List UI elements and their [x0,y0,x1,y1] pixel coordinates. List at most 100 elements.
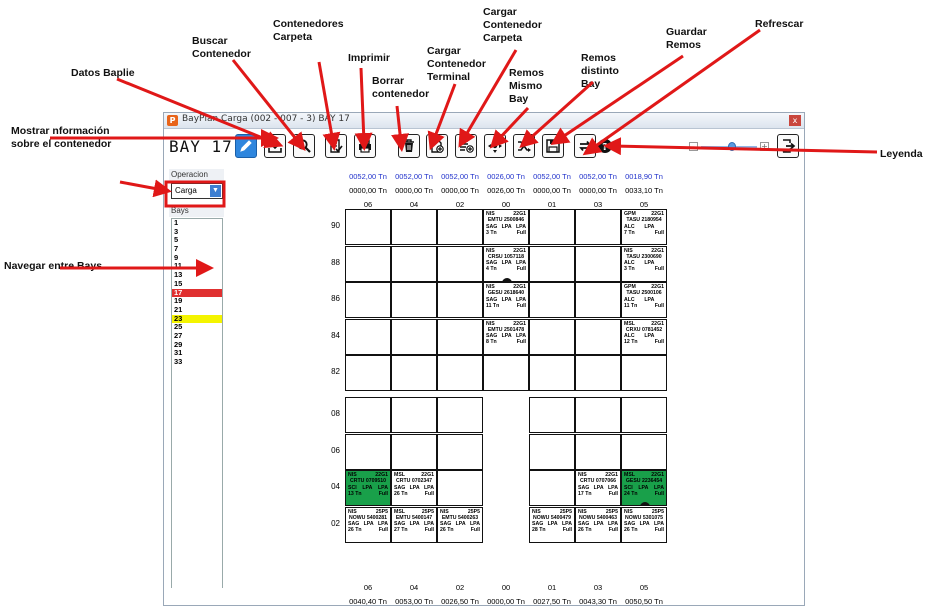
zoom-in-button[interactable]: + [760,142,769,151]
deck-slot[interactable] [391,245,437,282]
remos-distinto-bay-button[interactable] [513,134,535,158]
move-arrows-icon [487,138,503,154]
deck-slot[interactable] [345,209,391,245]
hold-slot[interactable] [575,433,621,470]
hold-slot[interactable] [437,433,483,470]
borrar-contenedor-button[interactable] [398,134,420,158]
deck-slot[interactable] [575,245,621,282]
container-cell[interactable]: MSL 22G1 GESU 2236454 SCI LPA LPA 24 Tn Full [621,470,667,506]
column-label-bottom: 06 [363,583,373,592]
deck-slot[interactable] [345,245,391,282]
zoom-slider-thumb[interactable] [727,142,736,151]
deck-slot[interactable] [391,318,437,355]
deck-slot[interactable] [437,245,483,282]
hold-slot[interactable] [621,433,667,470]
hold-slot[interactable] [575,397,621,433]
title-bar[interactable]: P BayPlan Carga (002 - 007 - 3) BAY 17 x [164,113,804,129]
container-cell[interactable]: GPM 22G1 TASU 2180954 ALC LPA 7 Tn Full [621,209,667,245]
deck-slot[interactable] [391,282,437,318]
bottom-weight: 0053,00 Tn [395,597,433,606]
container-weight: 26 Tn [348,527,362,534]
deck-slot[interactable] [529,355,575,391]
guardar-remos-button[interactable] [542,134,564,158]
container-cell[interactable]: NIS 22G1 GESU 2618640 SAG LPA LPA 11 Tn Full [483,282,529,318]
deck-slot[interactable] [437,355,483,391]
bay-item-3[interactable]: 3 [172,227,222,237]
deck-slot[interactable] [437,282,483,318]
container-cell[interactable]: MSL 25P5 EMTU 5400147 SAG LPA LPA 27 Tn Full [391,506,437,543]
leyenda-button[interactable]: ? [594,134,616,158]
zoom-control[interactable]: - + [689,142,769,152]
deck-slot[interactable] [345,282,391,318]
deck-slot[interactable] [529,209,575,245]
buscar-contenedor-button[interactable] [293,134,315,158]
hold-slot[interactable] [345,397,391,433]
container-cell[interactable]: NIS 22G1 CRTU 0709510 SCI LPA LPA 13 Tn Full [345,470,391,506]
hold-slot[interactable] [391,397,437,433]
deck-slot[interactable] [529,282,575,318]
bays-list[interactable]: 1 3 5 7 9 11 13 15 17 19 21 23 25 27 29 31 33 [171,218,223,588]
cargar-contenedor-carpeta-button[interactable] [455,134,477,158]
container-pod: LPA [363,521,374,528]
container-cell[interactable]: NIS 22G1 TASU 2300690 ALC LPA 3 Tn Full [621,245,667,282]
deck-slot[interactable] [621,355,667,391]
datos-baplie-button[interactable] [264,134,286,158]
remos-mismo-bay-button[interactable] [484,134,506,158]
hold-slot[interactable] [345,433,391,470]
container-cell[interactable]: GPM 22G1 TASU 2500106 ALC LPA 11 Tn Full [621,282,667,318]
bay-item-5[interactable]: 5 [172,236,222,245]
hold-slot[interactable] [529,470,575,506]
hold-slot[interactable] [621,397,667,433]
container-cell[interactable]: MSL 22G1 CRXU 0781452 ALC LPA 12 Tn Full [621,318,667,355]
hold-slot[interactable] [529,397,575,433]
container-cell[interactable]: NIS 22G1 EMTU 2501478 SAG LPA LPA 8 Tn Full [483,318,529,355]
operacion-select[interactable]: Carga ▼ [171,183,223,199]
exit-button[interactable] [777,134,799,158]
pencil-button[interactable] [235,134,257,158]
container-cell[interactable]: NIS 25P5 NOWU 5400281 SAG LPA LPA 26 Tn Full [345,506,391,543]
printer-icon [357,138,373,154]
bay-item-33[interactable]: 33 [172,357,222,367]
deck-slot[interactable] [345,355,391,391]
bay-item-7[interactable]: 7 [172,244,222,254]
deck-slot[interactable] [529,245,575,282]
deck-slot[interactable] [437,209,483,245]
container-cell[interactable]: NIS 25P5 NOWU 5301075 SAG LPA LPA 26 Tn Full [621,506,667,543]
cargar-contenedor-terminal-button[interactable] [426,134,448,158]
bottom-weight: 0050,50 Tn [625,597,663,606]
container-weight: 11 Tn [624,302,638,309]
close-icon[interactable]: x [789,115,801,126]
bay-item-1[interactable]: 1 [172,218,222,228]
container-status: Full [608,527,618,534]
container-cell[interactable]: NIS 22G1 CRTU 0707066 SAG LPA LPA 17 Tn Full [575,470,621,506]
deck-slot[interactable] [437,318,483,355]
deck-slot[interactable] [345,318,391,355]
container-line: NIS [440,508,449,515]
deck-slot[interactable] [575,209,621,245]
deck-slot[interactable] [575,282,621,318]
deck-slot[interactable] [483,355,529,391]
imprimir-button[interactable] [354,134,376,158]
deck-slot[interactable] [391,209,437,245]
deck-slot[interactable] [575,355,621,391]
container-cell[interactable]: NIS 25P5 NOWU 5400479 SAG LPA LPA 28 Tn Full [529,506,575,543]
container-cell[interactable]: NIS 25P5 NOWU 5400463 SAG LPA LPA 26 Tn Full [575,506,621,543]
container-cell[interactable]: NIS 25P5 EMTU 5400263 SAG LPA LPA 26 Tn Full [437,506,483,543]
deck-slot[interactable] [391,355,437,391]
hold-slot[interactable] [391,433,437,470]
container-cell[interactable]: MSL 22G1 CRTU 0702347 SAG LPA LPA 26 Tn Full [391,470,437,506]
zoom-out-button[interactable]: - [689,142,698,151]
container-cell[interactable]: NIS 22G1 CRSU 1057118 SAG LPA LPA 4 Tn Full [483,245,529,282]
container-cell[interactable]: NIS 22G1 EMTU 2500846 SAG LPA LPA 3 Tn Full [483,209,529,245]
contenedores-carpeta-button[interactable] [325,134,347,158]
hold-slot[interactable] [529,433,575,470]
container-pod: LPA [409,521,420,528]
hold-slot[interactable] [437,397,483,433]
deck-slot[interactable] [575,318,621,355]
hold-slot[interactable] [437,470,483,506]
search-icon [296,138,312,154]
deck-slot[interactable] [529,318,575,355]
refrescar-button[interactable] [574,134,596,158]
chevron-down-icon[interactable]: ▼ [210,185,221,197]
container-status: Full [424,490,434,497]
